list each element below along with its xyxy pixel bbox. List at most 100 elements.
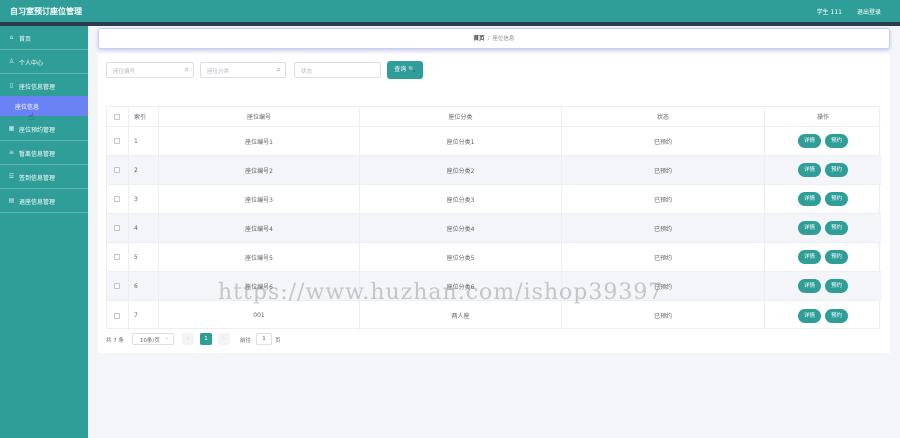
detail-button[interactable]: 详情 — [797, 279, 821, 293]
total-count: 共 7 条 — [106, 338, 124, 344]
row-checkbox[interactable] — [114, 254, 120, 260]
seat-number: 座位编号5 — [245, 254, 273, 262]
column-header: 座位分类 — [448, 114, 473, 121]
sidebar-item-home[interactable]: ⌂ 首页 — [0, 26, 88, 50]
table-row: 7 001 两人座 已预约 详情 预约 — [107, 301, 881, 330]
table-header-row: 索引 座位编号 座位分类 状态 操作 — [107, 107, 881, 127]
row-checkbox[interactable] — [114, 312, 120, 319]
seat-status: 已预约 — [653, 254, 672, 262]
reserve-button[interactable]: 预约 — [825, 279, 849, 293]
goto-label: 前往 — [240, 338, 252, 344]
detail-button[interactable]: 详情 — [797, 250, 821, 264]
column-header: 索引 — [134, 114, 147, 121]
seat-category-placeholder: 座位分类 — [207, 69, 230, 75]
column-header: 状态 — [656, 114, 669, 121]
reserve-button[interactable]: 预约 — [825, 221, 849, 235]
sidebar-item-label: 签到信息管理 — [19, 175, 56, 182]
detail-button[interactable]: 详情 — [797, 134, 821, 148]
pause-icon: ≡ — [8, 149, 15, 156]
row-index: 5 — [134, 253, 138, 261]
sidebar-item-label: 座位信息管理 — [19, 84, 56, 91]
detail-button[interactable]: 详情 — [797, 192, 821, 206]
reserve-button[interactable]: 预约 — [825, 134, 849, 148]
exit-icon: ▤ — [8, 197, 15, 204]
reserve-button[interactable]: 预约 — [825, 192, 849, 206]
next-page-button[interactable]: › — [218, 333, 230, 345]
chevron-down-icon: ⌄ — [164, 335, 169, 341]
watermark-text: https://www.huzhan.com/ishop39397 — [218, 280, 664, 305]
column-header: 操作 — [816, 114, 829, 121]
current-user: 学生 111 — [816, 9, 842, 16]
seat-status: 已预约 — [653, 196, 672, 204]
row-checkbox[interactable] — [114, 283, 120, 289]
sidebar-item-reservations[interactable]: ▦ 座位预约管理 — [0, 117, 88, 141]
sidebar-item-label: 暂离信息管理 — [19, 151, 56, 158]
document-icon: ▯ — [9, 82, 14, 89]
main-panel: 座位编号 ⌕ 座位分类 ⌕ 状态 查询 🔍 索引 座位编号 座位分类 状态 操作… — [98, 54, 890, 353]
detail-button[interactable]: 详情 — [797, 221, 821, 235]
prev-page-button[interactable]: ‹ — [182, 333, 194, 345]
seat-number: 座位编号2 — [245, 167, 273, 175]
seat-status: 已预约 — [653, 225, 672, 233]
logout-link[interactable]: 退出登录 — [857, 7, 881, 16]
seat-number: 座位编号1 — [245, 138, 273, 146]
table-row: 2 座位编号2 座位分类2 已预约 详情 预约 — [107, 156, 881, 185]
sidebar-item-leave[interactable]: ≡ 暂离信息管理 — [0, 141, 88, 165]
search-icon: ⌕ — [184, 65, 189, 74]
seat-status: 已预约 — [653, 313, 672, 320]
table-row: 5 座位编号5 座位分类5 已预约 详情 预约 — [107, 243, 881, 272]
status-placeholder: 状态 — [301, 69, 313, 75]
calendar-icon: ▦ — [8, 125, 15, 132]
reserve-button[interactable]: 预约 — [825, 250, 849, 264]
seat-category: 座位分类3 — [446, 196, 475, 204]
seat-category: 座位分类4 — [446, 225, 475, 233]
seat-number-search-input[interactable]: 座位编号 ⌕ — [106, 62, 194, 78]
table-row: 3 座位编号3 座位分类3 已预约 详情 预约 — [107, 185, 881, 214]
select-all-checkbox[interactable] — [114, 113, 120, 120]
seat-category: 两人座 — [451, 313, 470, 320]
user-icon: ♙ — [8, 58, 15, 65]
query-button[interactable]: 查询 🔍 — [387, 61, 423, 79]
row-checkbox[interactable] — [114, 225, 120, 231]
home-icon: ⌂ — [9, 34, 14, 41]
goto-page-input[interactable]: 1 — [256, 333, 272, 345]
row-index: 7 — [134, 312, 138, 319]
seat-number: 座位编号3 — [245, 196, 273, 204]
page-size-select[interactable]: 10条/页 ⌄ — [132, 333, 174, 345]
current-page-button[interactable]: 1 — [200, 333, 212, 345]
seat-category-search-input[interactable]: 座位分类 ⌕ — [200, 62, 286, 78]
reserve-button[interactable]: 预约 — [825, 163, 849, 177]
sidebar-item-seat-management[interactable]: ▯ 座位信息管理 — [0, 74, 88, 98]
app-title: 自习室预订座位管理 — [10, 7, 82, 16]
checkin-icon: ☰ — [8, 173, 15, 180]
sidebar-item-return[interactable]: ▤ 退座信息管理 — [0, 189, 88, 213]
sidebar-item-label: 座位信息 — [15, 104, 40, 111]
search-icon: ⌕ — [276, 65, 281, 74]
row-index: 4 — [134, 224, 138, 232]
sidebar-item-profile[interactable]: ♙ 个人中心 — [0, 50, 88, 74]
sidebar-item-label: 座位预约管理 — [19, 127, 56, 134]
detail-button[interactable]: 详情 — [797, 308, 821, 323]
page-size-value: 10条/页 — [140, 338, 160, 344]
row-index: 6 — [134, 282, 138, 290]
seat-status: 已预约 — [653, 167, 672, 175]
sidebar-item-label: 个人中心 — [19, 60, 44, 67]
breadcrumb-home[interactable]: 首页 — [474, 36, 485, 42]
column-header: 座位编号 — [246, 114, 271, 121]
reserve-button[interactable]: 预约 — [825, 308, 849, 323]
seat-number-placeholder: 座位编号 — [113, 69, 136, 75]
seat-status: 已预约 — [653, 138, 672, 146]
row-checkbox[interactable] — [114, 167, 120, 173]
sidebar-subitem-seat-info[interactable]: 座位信息 — [0, 96, 88, 116]
breadcrumb-current: 座位信息 — [492, 36, 515, 42]
seat-category: 座位分类5 — [446, 254, 475, 262]
sidebar-item-checkin[interactable]: ☰ 签到信息管理 — [0, 165, 88, 189]
detail-button[interactable]: 详情 — [797, 163, 821, 177]
seat-category: 座位分类2 — [446, 167, 475, 175]
header-divider — [0, 22, 900, 26]
sidebar-item-label: 退座信息管理 — [19, 199, 56, 206]
pointer-cursor-icon: ☝ — [28, 112, 35, 123]
row-checkbox[interactable] — [114, 138, 120, 144]
status-search-input[interactable]: 状态 — [294, 62, 381, 78]
row-checkbox[interactable] — [114, 196, 120, 202]
